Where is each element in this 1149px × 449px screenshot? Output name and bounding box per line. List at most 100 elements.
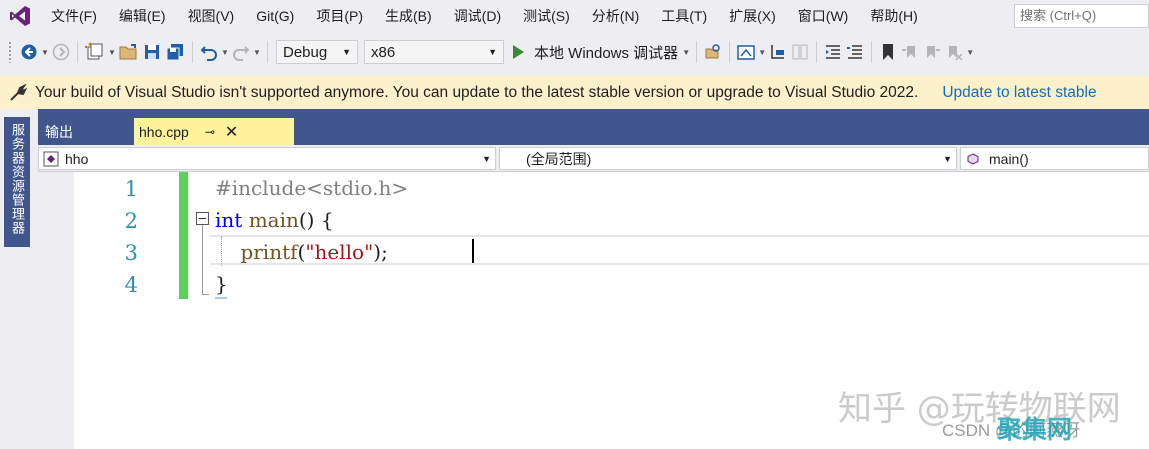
code-line-1[interactable]: #include<stdio.h> bbox=[215, 172, 408, 204]
indicator-margin[interactable] bbox=[38, 172, 74, 449]
outline-guide-end bbox=[202, 294, 209, 295]
code-token: ); bbox=[373, 240, 388, 264]
menu-item[interactable]: 调试(D) bbox=[443, 0, 512, 32]
project-icon bbox=[43, 151, 59, 166]
back-icon[interactable] bbox=[20, 39, 38, 65]
previous-bookmark-icon[interactable] bbox=[901, 39, 919, 65]
project-select[interactable]: hho ▼ bbox=[38, 147, 496, 170]
member-value: main() bbox=[989, 150, 1029, 167]
open-folder-icon[interactable] bbox=[119, 39, 139, 65]
menu-item[interactable]: 编辑(E) bbox=[108, 0, 177, 32]
member-select[interactable]: main() bbox=[960, 147, 1149, 170]
comment-icon[interactable] bbox=[846, 39, 864, 65]
menu-item[interactable]: 工具(T) bbox=[650, 0, 718, 32]
project-value: hho bbox=[65, 150, 89, 167]
debug-target-dropdown-icon[interactable]: ▼ bbox=[681, 39, 691, 65]
menu-item[interactable]: 测试(S) bbox=[512, 0, 581, 32]
layout-icon[interactable] bbox=[791, 39, 809, 65]
toolbar-overflow-icon[interactable]: ▼ bbox=[965, 39, 975, 65]
scope-select[interactable]: (全局范围) ▼ bbox=[499, 147, 957, 170]
navigation-bar: hho ▼ (全局范围) ▼ main() bbox=[38, 145, 1149, 172]
site-logo-watermark: 聚集网 bbox=[997, 416, 1073, 444]
start-debugging-label: 本地 Windows 调试器 bbox=[534, 44, 679, 62]
outline-guide bbox=[202, 225, 203, 295]
search-input[interactable]: 搜索 (Ctrl+Q) bbox=[1014, 4, 1149, 28]
left-dock-strip: 服务器资源管理器 bbox=[0, 109, 38, 449]
code-line-4[interactable]: } bbox=[215, 268, 228, 300]
pin-icon[interactable]: ⊸ bbox=[205, 125, 215, 139]
function-cube-icon bbox=[967, 152, 979, 165]
browser-dropdown-icon[interactable]: ▼ bbox=[757, 39, 767, 65]
forward-icon[interactable] bbox=[52, 39, 70, 65]
browser-view-icon[interactable] bbox=[737, 39, 755, 65]
save-all-icon[interactable] bbox=[165, 39, 185, 65]
redo-icon[interactable] bbox=[232, 39, 250, 65]
toolbar-separator bbox=[77, 41, 78, 63]
line-number: 2 bbox=[124, 209, 138, 233]
collapse-icon[interactable] bbox=[196, 212, 209, 225]
close-icon[interactable]: ✕ bbox=[225, 122, 238, 142]
clear-bookmarks-icon[interactable] bbox=[945, 39, 963, 65]
new-project-icon[interactable] bbox=[85, 39, 105, 65]
outdent-icon[interactable] bbox=[824, 39, 842, 65]
toolbar-grip[interactable] bbox=[8, 41, 12, 63]
menu-item[interactable]: 视图(V) bbox=[177, 0, 246, 32]
menu-item[interactable]: 分析(N) bbox=[581, 0, 650, 32]
menu-item[interactable]: 窗口(W) bbox=[787, 0, 860, 32]
menu-item[interactable]: 生成(B) bbox=[374, 0, 443, 32]
menu-item[interactable]: Git(G) bbox=[245, 0, 305, 32]
tab-output[interactable]: 输出 bbox=[38, 118, 132, 145]
brace-match-marker bbox=[215, 297, 227, 299]
save-icon[interactable] bbox=[143, 39, 161, 65]
saved-changes-bar bbox=[179, 172, 188, 299]
server-explorer-tab[interactable]: 服务器资源管理器 bbox=[4, 117, 30, 247]
wrench-icon bbox=[10, 83, 27, 101]
solution-config-value: Debug bbox=[283, 43, 328, 61]
line-number: 3 bbox=[124, 241, 138, 265]
solution-config-select[interactable]: Debug ▼ bbox=[276, 40, 358, 64]
platform-select[interactable]: x86 ▼ bbox=[364, 40, 504, 64]
menu-item[interactable]: 文件(F) bbox=[40, 0, 108, 32]
bookmark-icon[interactable] bbox=[879, 39, 897, 65]
back-dropdown-icon[interactable]: ▼ bbox=[40, 39, 50, 65]
chevron-down-icon: ▼ bbox=[943, 153, 952, 164]
text-caret bbox=[472, 239, 474, 263]
document-tab-strip: 输出 hho.cpp ⊸ ✕ bbox=[38, 109, 1149, 145]
code-token: () { bbox=[298, 208, 334, 232]
start-debugging-button[interactable]: 本地 Windows 调试器 bbox=[513, 39, 678, 65]
code-token: } bbox=[215, 272, 228, 296]
step-into-icon[interactable] bbox=[769, 39, 787, 65]
tab-hho-cpp[interactable]: hho.cpp ⊸ ✕ bbox=[134, 118, 294, 145]
undo-dropdown-icon[interactable]: ▼ bbox=[220, 39, 230, 65]
code-token: #include<stdio.h> bbox=[215, 176, 409, 200]
redo-dropdown-icon[interactable]: ▼ bbox=[252, 39, 262, 65]
tab-output-label: 输出 bbox=[45, 123, 73, 140]
visual-studio-logo-icon[interactable] bbox=[0, 0, 40, 32]
menu-item[interactable]: 扩展(X) bbox=[718, 0, 787, 32]
platform-value: x86 bbox=[371, 43, 396, 61]
find-in-files-icon[interactable] bbox=[704, 39, 722, 65]
code-token: "hello" bbox=[305, 240, 374, 264]
code-line-2[interactable]: int main() { bbox=[215, 204, 334, 236]
chevron-down-icon: ▼ bbox=[482, 153, 491, 164]
undo-icon[interactable] bbox=[200, 39, 218, 65]
toolbar-separator bbox=[729, 41, 731, 63]
unsupported-version-infobar: Your build of Visual Studio isn't suppor… bbox=[0, 76, 1149, 109]
toolbar-separator bbox=[267, 41, 268, 63]
line-number: 1 bbox=[124, 177, 138, 201]
menu-item[interactable]: 项目(P) bbox=[305, 0, 374, 32]
code-token: printf bbox=[240, 240, 298, 264]
update-link[interactable]: Update to latest stable bbox=[942, 84, 1096, 102]
next-bookmark-icon[interactable] bbox=[923, 39, 941, 65]
line-number: 4 bbox=[124, 273, 138, 297]
code-token: main bbox=[248, 208, 299, 232]
code-line-3[interactable]: printf("hello"); bbox=[215, 236, 388, 268]
chevron-down-icon: ▼ bbox=[488, 47, 497, 57]
infobar-message: Your build of Visual Studio isn't suppor… bbox=[35, 83, 919, 101]
menu-item[interactable]: 帮助(H) bbox=[859, 0, 928, 32]
toolbar-separator bbox=[696, 41, 698, 63]
menu-bar: 文件(F) 编辑(E) 视图(V) Git(G) 项目(P) 生成(B) 调试(D) 测试(S… bbox=[0, 0, 1149, 32]
chevron-down-icon: ▼ bbox=[342, 47, 351, 57]
new-dropdown-icon[interactable]: ▼ bbox=[107, 39, 117, 65]
